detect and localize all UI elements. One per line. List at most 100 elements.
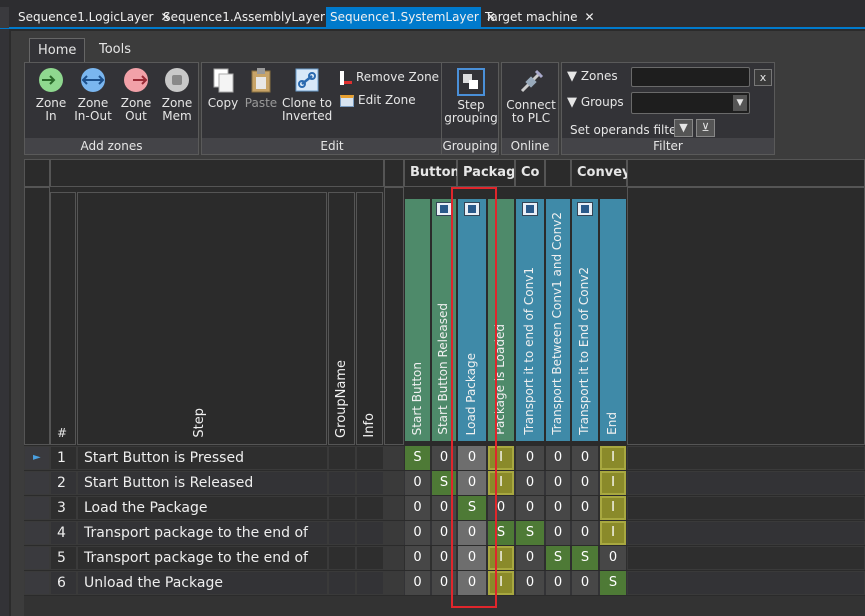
row-header[interactable] <box>24 521 50 545</box>
zone-state-cell[interactable]: S <box>405 446 430 470</box>
zone-state-cell[interactable]: 0 <box>458 546 486 570</box>
column-header-groupname[interactable]: GroupName <box>328 192 355 445</box>
group-header-package[interactable]: Packag <box>457 159 515 187</box>
zone-column-header[interactable]: Transport it to end of Conv1 <box>516 199 544 441</box>
group-header-conveyor[interactable]: Convey <box>571 159 631 187</box>
zone-state-cell[interactable]: 0 <box>488 496 514 520</box>
zone-state-cell[interactable]: 0 <box>600 546 626 570</box>
close-icon[interactable]: ✕ <box>585 7 595 28</box>
step-name-cell[interactable]: Start Button is Released <box>77 471 328 495</box>
zone-column-header[interactable]: Transport it to End of Conv2 <box>572 199 598 441</box>
zone-state-cell[interactable]: 0 <box>405 496 430 520</box>
zone-state-cell[interactable]: S <box>432 471 456 495</box>
zone-state-cell[interactable]: 0 <box>516 471 544 495</box>
table-row[interactable]: 6 Unload the Package 0 0 0 I 0 0 0 S <box>24 571 865 595</box>
zone-state-cell[interactable]: 0 <box>572 521 598 545</box>
table-row[interactable]: 5Transport package to the end of Conv200… <box>24 546 865 588</box>
column-header-num[interactable]: # <box>50 192 76 445</box>
zone-state-cell[interactable]: 0 <box>546 521 570 545</box>
row-header[interactable] <box>24 546 50 570</box>
groupname-cell[interactable] <box>328 571 356 595</box>
zone-column-header[interactable]: Start Button Released <box>432 199 456 441</box>
zone-column-header[interactable]: End <box>600 199 626 441</box>
groupname-cell[interactable] <box>328 496 356 520</box>
remove-zone-button[interactable]: Remove Zone <box>340 70 439 85</box>
clear-zones-filter-button[interactable]: x <box>754 69 772 86</box>
zone-column-header[interactable]: Transport Between Conv1 and Conv2 <box>546 199 570 441</box>
step-number-cell[interactable]: 6 <box>50 571 77 595</box>
clear-operands-filter-button[interactable]: ⊻ <box>696 119 715 137</box>
group-header-conv[interactable]: Co <box>515 159 545 187</box>
zone-in-out-button[interactable]: Zone In-Out <box>73 67 113 123</box>
step-name-cell[interactable]: Transport package to the end of Conv2 <box>77 546 328 588</box>
tab-target-machine[interactable]: Target machine ✕ <box>481 7 595 28</box>
tab-overflow[interactable] <box>0 7 9 28</box>
step-name-cell[interactable]: Load the Package <box>77 496 328 520</box>
info-cell[interactable] <box>356 571 384 595</box>
zone-column-header[interactable]: Package is Loaded <box>488 199 514 441</box>
zone-state-cell[interactable]: 0 <box>546 471 570 495</box>
groups-filter-select[interactable]: ▼ <box>631 92 750 114</box>
step-number-cell[interactable]: 1 <box>50 446 77 470</box>
zone-state-cell[interactable]: 0 <box>458 521 486 545</box>
row-header[interactable] <box>24 471 50 495</box>
table-row[interactable]: ► 1 Start Button is Pressed S 0 0 I 0 0 0 I <box>24 446 865 470</box>
zone-state-cell[interactable]: 0 <box>405 521 430 545</box>
zone-state-cell[interactable]: 0 <box>458 471 486 495</box>
zone-state-cell[interactable]: 0 <box>432 496 456 520</box>
zone-state-cell[interactable]: 0 <box>572 496 598 520</box>
zone-in-button[interactable]: Zone In <box>33 67 69 123</box>
zone-state-cell[interactable]: 0 <box>516 446 544 470</box>
table-row[interactable]: 4Transport package to the end of Conv100… <box>24 521 865 563</box>
separator-cell[interactable] <box>384 446 404 470</box>
zone-state-cell[interactable]: I <box>488 471 514 495</box>
zone-state-cell[interactable]: 0 <box>405 471 430 495</box>
column-header-info[interactable]: Info <box>356 192 383 445</box>
separator-cell[interactable] <box>384 471 404 495</box>
row-header[interactable]: ► <box>24 446 50 470</box>
groupname-cell[interactable] <box>328 446 356 470</box>
zone-state-cell[interactable]: 0 <box>572 471 598 495</box>
row-header[interactable] <box>24 571 50 595</box>
zone-state-cell[interactable]: S <box>572 546 598 570</box>
step-name-cell[interactable]: Unload the Package <box>77 571 328 595</box>
copy-button[interactable]: Copy <box>206 67 240 110</box>
tab-logic-layer[interactable]: Sequence1.LogicLayer ✕ <box>14 7 171 28</box>
zone-state-cell[interactable]: 0 <box>405 571 430 595</box>
info-cell[interactable] <box>356 546 384 570</box>
zone-mem-button[interactable]: Zone Mem <box>158 67 196 123</box>
tab-system-layer[interactable]: Sequence1.SystemLayer ✕ <box>326 7 496 28</box>
zone-state-cell[interactable]: I <box>600 496 626 520</box>
zone-state-cell[interactable]: I <box>488 571 514 595</box>
zone-state-cell[interactable]: I <box>600 521 626 545</box>
group-header-button[interactable]: Button <box>404 159 460 187</box>
groupname-cell[interactable] <box>328 471 356 495</box>
zone-column-header[interactable]: Start Button <box>405 199 430 441</box>
row-header[interactable] <box>24 496 50 520</box>
zones-filter-input[interactable] <box>631 67 750 87</box>
step-number-cell[interactable]: 3 <box>50 496 77 520</box>
step-grouping-button[interactable]: Step grouping <box>444 67 498 125</box>
zone-state-cell[interactable]: S <box>488 521 514 545</box>
zone-state-cell[interactable]: 0 <box>546 446 570 470</box>
clone-to-inverted-button[interactable]: Clone to Inverted <box>282 67 332 123</box>
edit-zone-button[interactable]: Edit Zone <box>340 93 416 107</box>
zone-state-cell[interactable]: I <box>600 471 626 495</box>
step-number-cell[interactable]: 2 <box>50 471 77 495</box>
zone-state-cell[interactable]: 0 <box>572 571 598 595</box>
table-row[interactable]: 2 Start Button is Released 0 S 0 I 0 0 0 I <box>24 471 865 495</box>
ribbon-tab-tools[interactable]: Tools <box>91 38 139 62</box>
apply-operands-filter-button[interactable]: ▼ <box>674 119 693 137</box>
zone-state-cell[interactable]: 0 <box>516 546 544 570</box>
zone-state-cell[interactable]: I <box>488 446 514 470</box>
zone-state-cell[interactable]: S <box>516 521 544 545</box>
separator-cell[interactable] <box>384 496 404 520</box>
zone-state-cell[interactable]: I <box>488 546 514 570</box>
zone-state-cell[interactable]: 0 <box>405 546 430 570</box>
ribbon-tab-home[interactable]: Home <box>29 38 86 62</box>
zone-state-cell[interactable]: 0 <box>432 521 456 545</box>
separator-cell[interactable] <box>384 521 404 545</box>
zone-state-cell[interactable]: 0 <box>432 546 456 570</box>
step-number-cell[interactable]: 4 <box>50 521 77 545</box>
step-name-cell[interactable]: Start Button is Pressed <box>77 446 328 470</box>
